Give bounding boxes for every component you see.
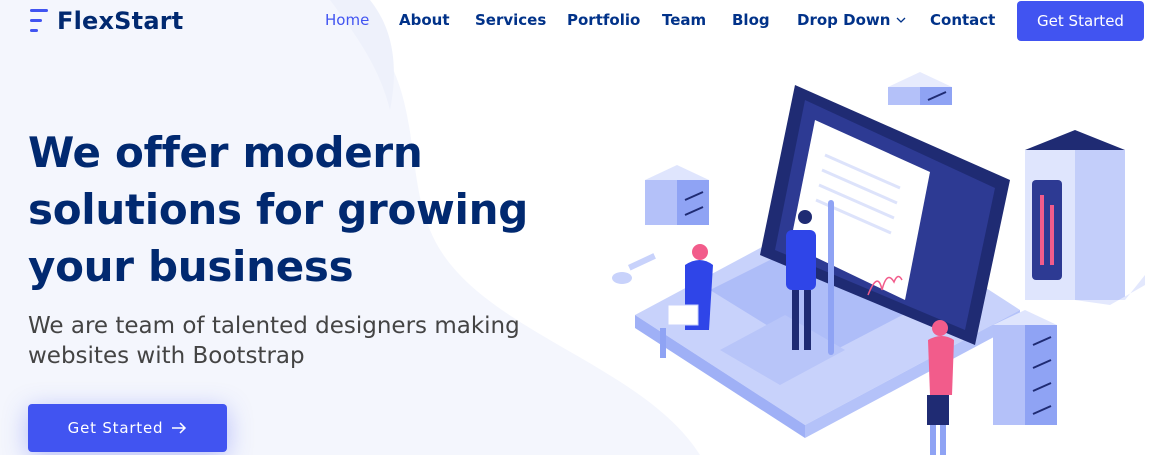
nav-contact[interactable]: Contact: [930, 11, 995, 29]
nav-team[interactable]: Team: [662, 11, 706, 29]
hero-button-label: Get Started: [67, 419, 164, 437]
nav-blog[interactable]: Blog: [732, 11, 770, 29]
nav-home[interactable]: Home: [325, 11, 369, 29]
hero-title: We offer modern solutions for growing yo…: [28, 128, 528, 291]
nav-dropdown-label: Drop Down: [797, 11, 891, 29]
server-tower-image: [1025, 130, 1145, 305]
person-woman-standing-image: [927, 320, 954, 455]
nav-portfolio[interactable]: Portfolio: [567, 11, 640, 29]
logo-icon: [30, 9, 48, 32]
get-started-hero-button[interactable]: Get Started: [28, 404, 227, 452]
logo[interactable]: FlexStart: [28, 6, 183, 36]
hero-subtitle: We are team of talented designers making…: [28, 313, 520, 369]
chevron-down-icon: [896, 17, 906, 23]
key-icon: [612, 253, 656, 284]
logo-text: FlexStart: [57, 7, 184, 35]
site-header: FlexStart Home About Services Portfolio …: [0, 0, 1169, 42]
nav-dropdown[interactable]: Drop Down: [797, 11, 906, 29]
arrow-right-icon: [172, 422, 187, 434]
nav-services[interactable]: Services: [475, 11, 546, 29]
nav-about[interactable]: About: [399, 11, 450, 29]
hero-illustration: [612, 72, 1145, 455]
get-started-nav-button[interactable]: Get Started: [1017, 1, 1144, 41]
